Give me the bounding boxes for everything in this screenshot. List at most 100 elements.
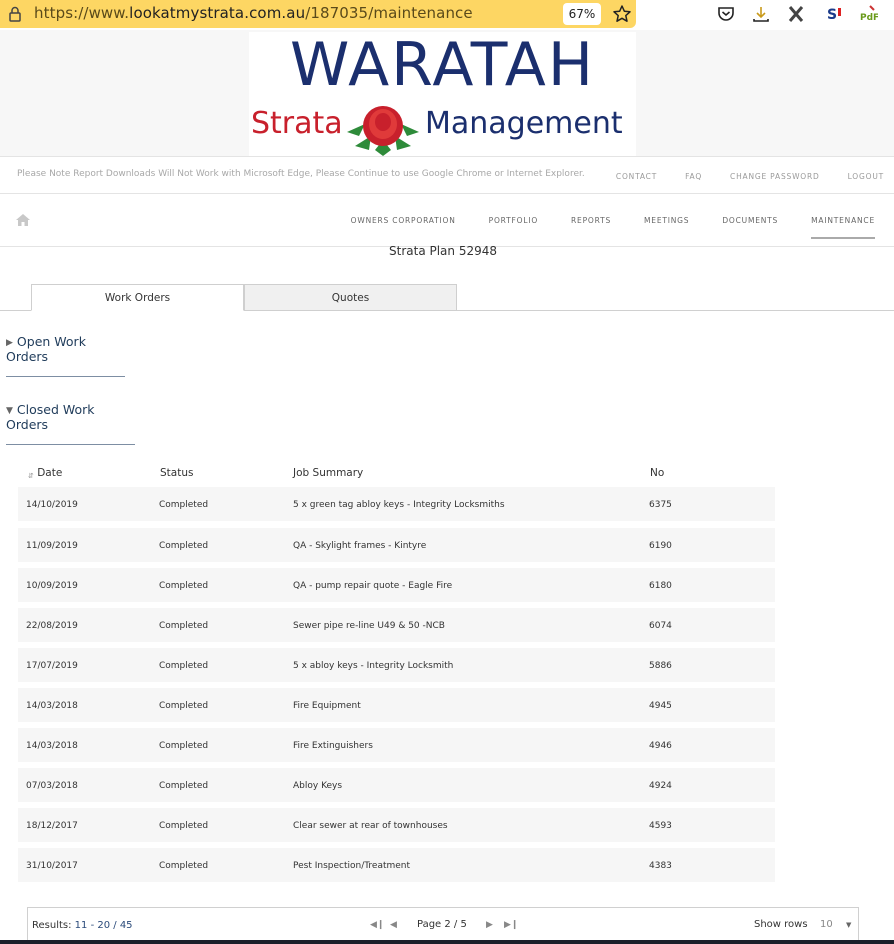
last-page-icon[interactable]: ▶❙ — [504, 920, 518, 930]
table-cell: 6375 — [649, 500, 672, 510]
column-header-date-label: Date — [37, 467, 63, 479]
s-extension-icon[interactable]: S — [824, 4, 844, 24]
browser-notice: Please Note Report Downloads Will Not Wo… — [17, 169, 585, 179]
logout-link[interactable]: LOGOUT — [848, 172, 884, 181]
svg-text:S: S — [827, 7, 837, 23]
table-cell: 18/12/2017 — [26, 821, 78, 831]
url-text[interactable]: https://www.lookatmystrata.com.au/187035… — [34, 4, 473, 22]
table-cell: 6074 — [649, 621, 672, 631]
url-path: /187035/maintenance — [305, 4, 473, 22]
home-icon[interactable] — [16, 214, 30, 226]
closed-work-orders-label: Closed Work Orders — [6, 402, 95, 432]
table-cell: 4383 — [649, 861, 672, 871]
table-row[interactable]: 14/10/2019 Completed 5 x green tag abloy k… — [18, 487, 775, 521]
table-cell: 22/08/2019 — [26, 621, 78, 631]
table-cell: 10/09/2019 — [26, 581, 78, 591]
nav-meetings[interactable]: MEETINGS — [644, 216, 689, 225]
table-row[interactable]: 14/03/2018 Completed Fire Extinguishers 494… — [18, 728, 775, 762]
notice-bar: Please Note Report Downloads Will Not Wo… — [0, 156, 894, 194]
tab-bar: Work Orders Quotes — [0, 284, 894, 311]
table-cell: 31/10/2017 — [26, 861, 78, 871]
table-cell: Completed — [159, 661, 209, 671]
results-count: Results: 11 - 20 / 45 — [32, 920, 133, 931]
results-label: Results: — [32, 920, 72, 931]
results-value: 11 - 20 / 45 — [74, 920, 133, 931]
nav-owners-corporation[interactable]: OWNERS CORPORATION — [351, 216, 456, 225]
nav-maintenance[interactable]: MAINTENANCE — [811, 216, 875, 239]
prev-page-icon[interactable]: ◀ — [390, 920, 397, 930]
tab-quotes[interactable]: Quotes — [244, 284, 457, 311]
table-cell: 4924 — [649, 781, 672, 791]
table-row[interactable]: 11/09/2019 Completed QA - Skylight frames … — [18, 528, 775, 562]
table-cell: 14/03/2018 — [26, 701, 78, 711]
table-cell: QA - Skylight frames - Kintyre — [293, 541, 427, 551]
table-cell: 5886 — [649, 661, 672, 671]
download-icon[interactable] — [751, 4, 771, 24]
table-cell: Completed — [159, 701, 209, 711]
nav-documents[interactable]: DOCUMENTS — [722, 216, 778, 225]
table-row[interactable]: 17/07/2019 Completed 5 x abloy keys - Inte… — [18, 648, 775, 682]
faq-link[interactable]: FAQ — [685, 172, 702, 181]
table-cell: 6190 — [649, 541, 672, 551]
lock-icon — [9, 6, 21, 22]
table-cell: Completed — [159, 741, 209, 751]
caret-right-icon: ▶ — [6, 338, 13, 348]
table-cell: 4946 — [649, 741, 672, 751]
table-cell: Completed — [159, 541, 209, 551]
change-password-link[interactable]: CHANGE PASSWORD — [730, 172, 820, 181]
first-page-icon[interactable]: ◀❙ — [370, 920, 384, 930]
rows-per-page-select[interactable]: 10 — [820, 919, 833, 930]
column-header-job-summary[interactable]: Job Summary — [293, 467, 363, 479]
table-cell: Clear sewer at rear of townhouses — [293, 821, 448, 831]
main-nav: OWNERS CORPORATION PORTFOLIO REPORTS MEETIN… — [0, 194, 894, 247]
closed-work-orders-toggle[interactable]: ▼ Closed Work Orders — [6, 402, 135, 445]
table-cell: Completed — [159, 821, 209, 831]
top-links: CONTACT FAQ CHANGE PASSWORD LOGOUT — [588, 172, 884, 181]
dropdown-arrow-icon[interactable]: ▼ — [846, 921, 851, 929]
table-cell: Abloy Keys — [293, 781, 343, 791]
table-row[interactable]: 14/03/2018 Completed Fire Equipment 4945 — [18, 688, 775, 722]
pocket-icon[interactable] — [716, 4, 736, 24]
table-row[interactable]: 31/10/2017 Completed Pest Inspection/Treat… — [18, 848, 775, 882]
table-cell: 14/10/2019 — [26, 500, 78, 510]
nav-reports[interactable]: REPORTS — [571, 216, 611, 225]
table-cell: 11/09/2019 — [26, 541, 78, 551]
bookmark-star-icon[interactable] — [612, 4, 632, 24]
table-cell: 07/03/2018 — [26, 781, 78, 791]
table-cell: 5 x abloy keys - Integrity Locksmith — [293, 661, 454, 671]
waratah-flower-icon — [347, 106, 419, 156]
table-cell: 6180 — [649, 581, 672, 591]
browser-toolbar: https://www.lookatmystrata.com.au/187035… — [0, 0, 894, 30]
table-pager: Results: 11 - 20 / 45 ◀❙ ◀ Page 2 / 5 ▶ … — [27, 907, 859, 944]
column-header-no[interactable]: No — [650, 467, 664, 479]
open-work-orders-toggle[interactable]: ▶ Open Work Orders — [6, 334, 125, 377]
table-row[interactable]: 18/12/2017 Completed Clear sewer at rear o… — [18, 808, 775, 842]
logo-management-text: Management — [425, 106, 623, 141]
tab-work-orders[interactable]: Work Orders — [31, 284, 244, 311]
bottom-edge — [0, 940, 894, 944]
waratah-logo[interactable]: WARATAH Strata Management — [249, 30, 636, 156]
contact-link[interactable]: CONTACT — [616, 172, 657, 181]
page-title: Strata Plan 52948 — [389, 244, 497, 258]
table-cell: Completed — [159, 861, 209, 871]
open-work-orders-label: Open Work Orders — [6, 334, 86, 364]
next-page-icon[interactable]: ▶ — [486, 920, 493, 930]
table-cell: Fire Extinguishers — [293, 741, 373, 751]
url-prefix: https://www. — [34, 4, 130, 22]
table-cell: 4593 — [649, 821, 672, 831]
table-cell: Completed — [159, 621, 209, 631]
column-header-status[interactable]: Status — [160, 467, 193, 479]
address-bar[interactable]: https://www.lookatmystrata.com.au/187035… — [0, 0, 636, 28]
table-cell: 17/07/2019 — [26, 661, 78, 671]
pdf-extension-icon[interactable]: PdF — [858, 4, 878, 24]
zoom-level[interactable]: 67% — [563, 3, 601, 25]
table-row[interactable]: 22/08/2019 Completed Sewer pipe re-line U4… — [18, 608, 775, 642]
column-header-date[interactable]: ⇵ Date — [28, 467, 62, 480]
logo-strata-text: Strata — [251, 106, 343, 141]
nav-portfolio[interactable]: PORTFOLIO — [489, 216, 538, 225]
x-extension-icon[interactable] — [786, 4, 806, 24]
table-row[interactable]: 07/03/2018 Completed Abloy Keys 4924 — [18, 768, 775, 802]
table-row[interactable]: 10/09/2019 Completed QA - pump repair quot… — [18, 568, 775, 602]
table-cell: 4945 — [649, 701, 672, 711]
table-cell: Completed — [159, 500, 209, 510]
